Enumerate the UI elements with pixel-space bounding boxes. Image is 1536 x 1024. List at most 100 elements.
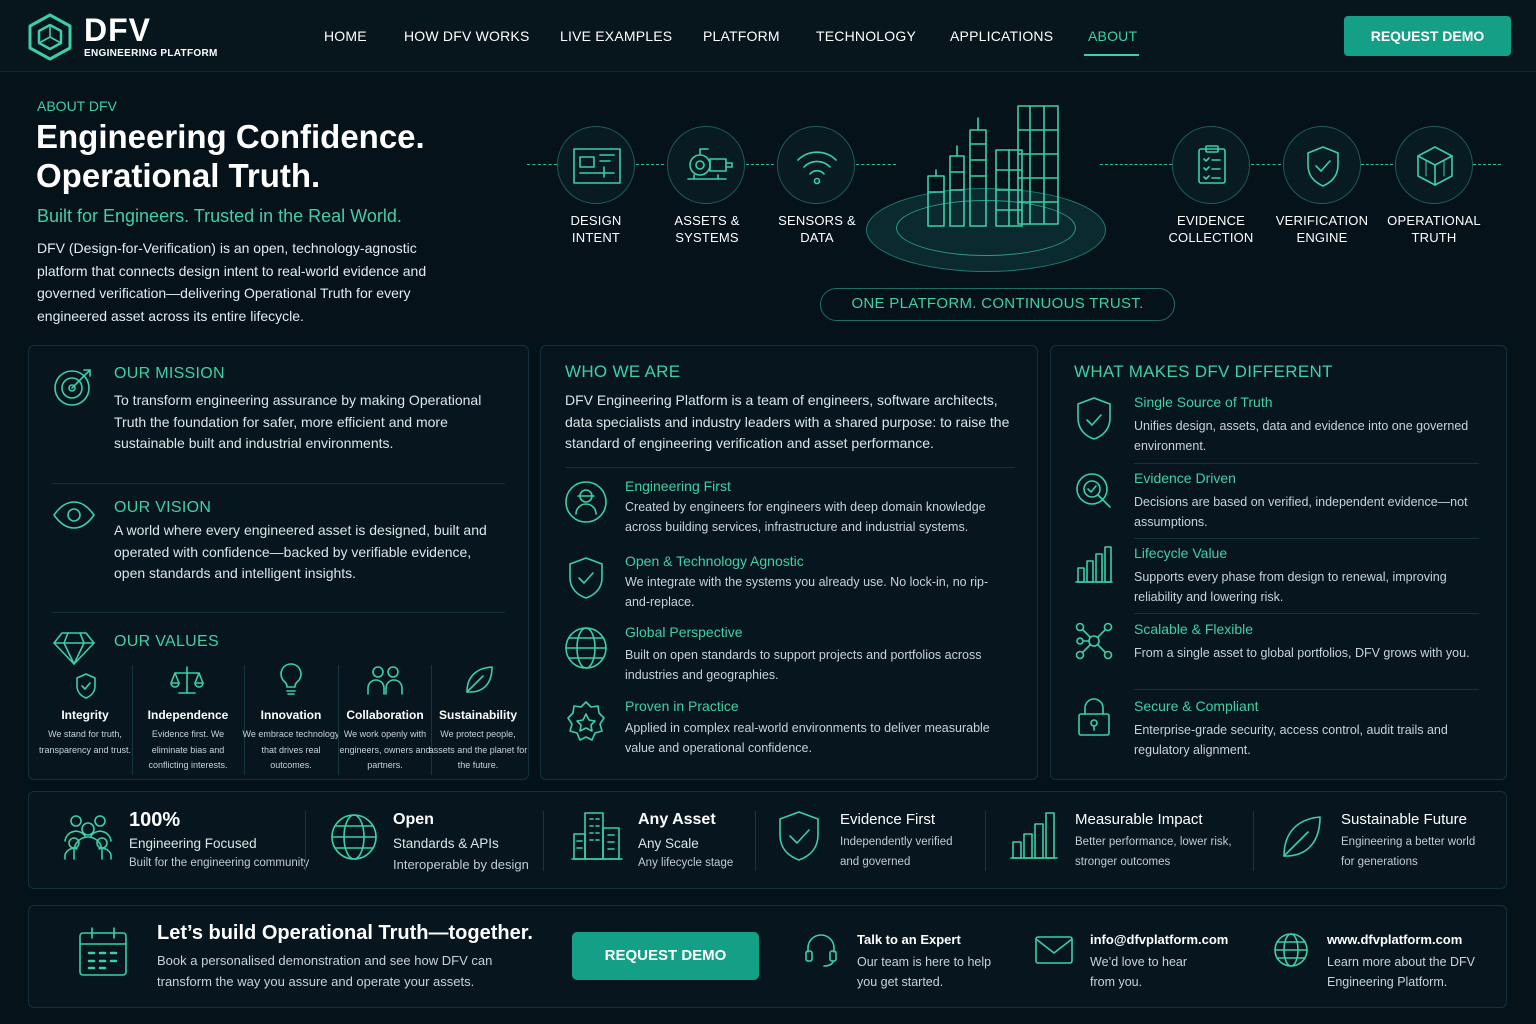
who-item-title: Global Perspective bbox=[625, 624, 743, 640]
flow-arrow bbox=[636, 164, 664, 165]
shield-check-icon bbox=[1283, 126, 1361, 204]
who-item-desc: Built on open standards to support proje… bbox=[625, 648, 982, 682]
differentiators-panel bbox=[1050, 345, 1507, 780]
clipboard-icon bbox=[1172, 126, 1250, 204]
vision-text: A world where every engineered asset is … bbox=[114, 522, 487, 581]
contact-desc: We’d love to hear from you. bbox=[1090, 955, 1188, 989]
contact-desc: Our team is here to help you get started… bbox=[857, 955, 992, 989]
flow-arrow bbox=[1473, 164, 1501, 165]
flow-label-assets-systems: ASSETS & SYSTEMS bbox=[674, 213, 740, 245]
shield-check-icon bbox=[566, 556, 606, 600]
brand-name[interactable]: DFV bbox=[84, 12, 151, 49]
stat-big: 100% bbox=[129, 809, 181, 831]
nav-platform[interactable]: PLATFORM bbox=[703, 28, 780, 44]
mission-title: OUR MISSION bbox=[114, 365, 225, 382]
nav-home[interactable]: HOME bbox=[324, 28, 367, 44]
hero-eyebrow: ABOUT DFV bbox=[37, 98, 117, 114]
nav-active-indicator bbox=[1084, 54, 1139, 56]
divider bbox=[52, 483, 505, 484]
divider bbox=[1134, 613, 1479, 614]
value-title-collaboration: Collaboration bbox=[346, 708, 424, 722]
scales-icon bbox=[170, 664, 204, 698]
different-item-title: Single Source of Truth bbox=[1134, 394, 1273, 410]
shield-icon bbox=[74, 672, 98, 700]
different-item-title: Lifecycle Value bbox=[1134, 545, 1228, 561]
buildings-icon bbox=[571, 810, 623, 862]
value-title-sustainability: Sustainability bbox=[438, 708, 518, 722]
contact-title[interactable]: Talk to an Expert bbox=[857, 932, 961, 947]
globe-icon bbox=[1273, 932, 1309, 968]
who-item-title: Engineering First bbox=[625, 478, 731, 494]
stat-mid: Independently verified bbox=[840, 836, 953, 848]
value-desc-collaboration: We work openly with engineers, owners an… bbox=[339, 729, 431, 770]
bar-chart-icon bbox=[1074, 544, 1114, 584]
diamond-icon bbox=[52, 630, 96, 666]
divider bbox=[1134, 538, 1479, 539]
flow-label-design-intent: DESIGN INTENT bbox=[570, 213, 622, 245]
different-item-desc: From a single asset to global portfolios… bbox=[1134, 646, 1470, 660]
divider bbox=[132, 665, 133, 775]
target-icon bbox=[52, 364, 96, 408]
vision-title: OUR VISION bbox=[114, 499, 212, 516]
request-demo-button[interactable]: REQUEST DEMO bbox=[1344, 16, 1511, 56]
brand-subtitle: ENGINEERING PLATFORM bbox=[84, 48, 218, 59]
stat-mid: Standards & APIs bbox=[393, 836, 499, 851]
divider bbox=[985, 811, 986, 871]
flow-arrow bbox=[746, 164, 774, 165]
flow-label-sensors-data: SENSORS & DATA bbox=[778, 213, 856, 245]
magnifier-check-icon bbox=[1074, 471, 1114, 511]
value-title-innovation: Innovation bbox=[260, 708, 322, 722]
stat-small: Interoperable by design bbox=[393, 857, 529, 872]
divider bbox=[305, 811, 306, 871]
different-item-title: Evidence Driven bbox=[1134, 470, 1236, 486]
different-item-title: Scalable & Flexible bbox=[1134, 621, 1254, 637]
flow-label-verification-engine: VERIFICATION ENGINE bbox=[1275, 213, 1369, 245]
contact-website[interactable]: www.dfvplatform.com bbox=[1327, 932, 1462, 947]
divider bbox=[1134, 463, 1479, 464]
stat-big: Measurable Impact bbox=[1075, 811, 1203, 828]
headset-icon bbox=[803, 932, 839, 968]
wifi-icon bbox=[777, 126, 855, 204]
globe-icon bbox=[330, 813, 378, 861]
shield-icon bbox=[1074, 396, 1114, 442]
mail-icon bbox=[1034, 934, 1074, 966]
cta-title: Let’s build Operational Truth—together. bbox=[157, 922, 533, 944]
request-demo-button[interactable]: REQUEST DEMO bbox=[572, 932, 759, 980]
globe-icon bbox=[564, 626, 608, 670]
leaf-icon bbox=[463, 664, 495, 696]
eye-icon bbox=[52, 500, 96, 530]
flow-label-operational-truth: OPERATIONAL TRUTH bbox=[1387, 213, 1481, 245]
nav-about[interactable]: ABOUT bbox=[1088, 28, 1137, 44]
nav-applications[interactable]: APPLICATIONS bbox=[950, 28, 1053, 44]
leaf-icon bbox=[1280, 814, 1324, 860]
nav-live-examples[interactable]: LIVE EXAMPLES bbox=[560, 28, 672, 44]
network-icon bbox=[1074, 621, 1114, 661]
engineer-icon bbox=[564, 480, 608, 524]
team-icon bbox=[62, 811, 114, 861]
divider bbox=[52, 612, 505, 613]
shield-check-icon bbox=[777, 810, 821, 862]
nav-technology[interactable]: TECHNOLOGY bbox=[816, 28, 916, 44]
who-item-desc: Created by engineers for engineers with … bbox=[625, 500, 986, 534]
divider bbox=[755, 811, 756, 871]
flow-arrow bbox=[1251, 164, 1281, 165]
flow-arrow bbox=[856, 164, 896, 165]
value-desc-integrity: We stand for truth, transparency and tru… bbox=[38, 729, 132, 755]
hero-tagline: Built for Engineers. Trusted in the Real… bbox=[37, 206, 402, 226]
flow-label-evidence-collection: EVIDENCE COLLECTION bbox=[1168, 213, 1254, 245]
stat-big: Open bbox=[393, 811, 434, 828]
different-item-desc: Enterprise-grade security, access contro… bbox=[1134, 723, 1448, 757]
hero-title-line1: Engineering Confidence. bbox=[36, 118, 425, 155]
stat-small: Any lifecycle stage bbox=[638, 857, 734, 869]
lock-icon bbox=[1076, 697, 1112, 737]
bar-chart-icon bbox=[1010, 810, 1058, 860]
badge-star-icon bbox=[564, 700, 608, 744]
contact-email[interactable]: info@dfvplatform.com bbox=[1090, 932, 1228, 947]
nav-how-dfv-works[interactable]: HOW DFV WORKS bbox=[404, 28, 529, 44]
divider bbox=[565, 467, 1015, 468]
cube-icon bbox=[1395, 126, 1473, 204]
blueprint-icon bbox=[557, 126, 635, 204]
who-item-title: Proven in Practice bbox=[625, 698, 739, 714]
dfv-logo-icon[interactable] bbox=[26, 12, 74, 62]
value-desc-independence: Evidence first. We eliminate bias and co… bbox=[148, 729, 228, 770]
